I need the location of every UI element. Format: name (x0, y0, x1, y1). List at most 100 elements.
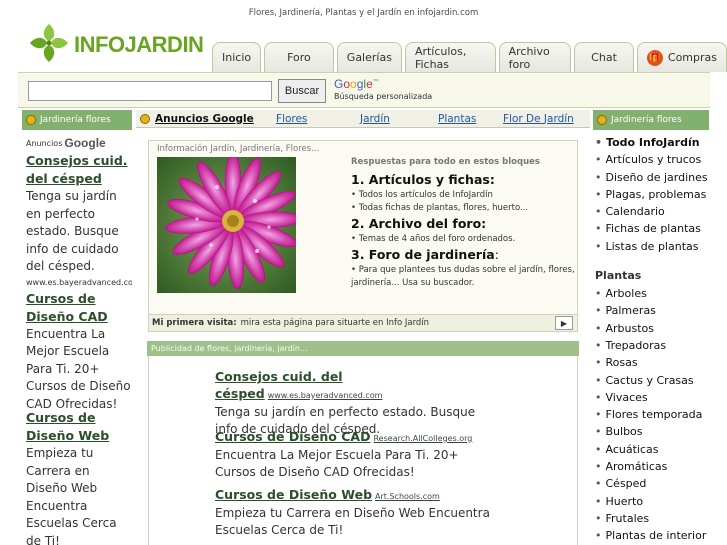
main-tabs: Inicio Foro Galerías Artículos, Fichas A… (212, 42, 727, 72)
left-ad-column: Anuncios Google Consejos cuid. del césped… (26, 134, 132, 545)
google-wordmark: Google (64, 136, 106, 150)
site-tagline: Flores, Jardinería, Plantas y el Jardín … (248, 8, 479, 18)
center-ad-item: Cursos de Diseño Web Art.Schools.com Empi… (215, 486, 495, 539)
search-button[interactable]: Buscar (278, 79, 326, 103)
plant-link-label: Arboles (605, 287, 647, 301)
bullet-icon: • (595, 442, 602, 456)
right-link[interactable]: • Calendario (595, 203, 710, 220)
bullet-icon: • (595, 187, 602, 201)
ads-by-google[interactable]: Anuncios Google (26, 134, 132, 152)
right-link-label: Diseño de jardines (605, 170, 708, 184)
bullet-icon: • (595, 373, 602, 387)
left-ad-url[interactable]: www.es.bayeradvanced.com (26, 276, 132, 290)
bullet-icon: • (595, 136, 603, 149)
plant-link-label: Vivaces (605, 390, 648, 404)
play-arrow-icon[interactable]: ▶ (555, 316, 573, 330)
left-ad-desc: Tenga su jardín en perfecto estado. Busq… (26, 189, 119, 273)
left-ad-title[interactable]: Consejos cuid. del césped (26, 152, 132, 188)
right-section-header: Jardinería flores (593, 110, 709, 130)
plant-link[interactable]: • Aromáticas (595, 458, 710, 475)
bullet-icon: • (595, 425, 602, 439)
site-logo[interactable]: INFOJARDIN (26, 20, 204, 66)
tab-articulos-fichas[interactable]: Artículos, Fichas (404, 42, 496, 72)
nav-link-flor-de-jardin[interactable]: Flor De Jardín (503, 113, 574, 125)
nav-link-plantas[interactable]: Plantas (438, 113, 476, 125)
section-archivo-item[interactable]: • Temas de 4 años del foro ordenados. (351, 233, 579, 246)
tab-chat[interactable]: Chat (574, 42, 634, 72)
plant-link[interactable]: • Acuáticas (595, 441, 710, 458)
section-foro-title[interactable]: 3. Foro de jardinería: (351, 246, 579, 264)
right-link[interactable]: • Listas de plantas (595, 238, 710, 255)
tab-galerias[interactable]: Galerías (336, 42, 402, 72)
first-visit-bar[interactable]: Mi primera visita: mira esta página para… (148, 314, 578, 332)
bullet-icon: • (595, 494, 602, 508)
pink-flower-image[interactable] (157, 157, 296, 293)
plant-link-label: Bulbos (605, 425, 643, 439)
bullet-icon: • (595, 170, 602, 184)
right-link[interactable]: • Diseño de jardines (595, 169, 710, 186)
tab-label: Archivo foro (508, 44, 550, 71)
plant-link[interactable]: • Bulbos (595, 423, 710, 440)
tab-archivo-foro[interactable]: Archivo foro (498, 42, 572, 72)
plant-link-label: Plantas de interior (605, 529, 707, 543)
right-link[interactable]: • Plagas, problemas (595, 186, 710, 203)
plant-link[interactable]: • Rosas (595, 354, 710, 371)
plant-link[interactable]: • Palmeras (595, 302, 710, 319)
right-section-title: Jardinería flores (611, 115, 682, 125)
right-link-label: Artículos y trucos (605, 153, 702, 167)
first-visit-text: mira esta página para situarte en Info J… (240, 318, 430, 328)
right-link[interactable]: • Fichas de plantas (595, 220, 710, 237)
left-ad-item: Cursos de Diseño CAD Encuentra La Mejor … (26, 290, 132, 414)
left-ad-title[interactable]: Cursos de Diseño CAD (26, 290, 132, 326)
nav-link-jardin[interactable]: Jardín (360, 113, 390, 125)
plant-link[interactable]: • Césped (595, 475, 710, 492)
plant-link[interactable]: • Arbustos (595, 320, 710, 337)
bullet-icon: • (595, 477, 602, 491)
plant-link[interactable]: • Plantas de interior (595, 527, 710, 544)
nav-link-flores[interactable]: Flores (276, 113, 307, 125)
center-ad-url: Research.AllColleges.org (373, 434, 473, 443)
plant-link-label: Flores temporada (605, 408, 703, 422)
plant-link[interactable]: • Huerto (595, 493, 710, 510)
section-articulos-title[interactable]: 1. Artículos y fichas: (351, 171, 579, 189)
center-ad-title-line[interactable]: Cursos de Diseño Web Art.Schools.com (215, 486, 495, 505)
plant-link-label: Rosas (605, 356, 638, 370)
section-foro-title-text: 3. Foro de jardinería (351, 247, 495, 262)
ads-google-link[interactable]: Anuncios Google (155, 113, 254, 125)
gift-icon: 🎁 (646, 49, 663, 66)
center-ad-desc: Encuentra La Mejor Escuela Para Ti. 20+ … (215, 448, 459, 479)
leaf-cross-logo-icon (30, 24, 68, 62)
bullet-icon: • (595, 304, 602, 318)
section-articulos-item[interactable]: • Todos los artículos de InfoJardín (351, 189, 579, 202)
left-ad-item: Consejos cuid. del césped Tenga su jardí… (26, 152, 132, 290)
plant-link[interactable]: • Frutales (595, 510, 710, 527)
section-articulos-item[interactable]: • Todas fichas de plantas, flores, huert… (351, 202, 579, 215)
center-ad-title-line[interactable]: Cursos de Diseño CAD Research.AllColleges… (215, 428, 495, 447)
plant-link[interactable]: • Cactus y Crasas (595, 372, 710, 389)
right-link[interactable]: • Artículos y trucos (595, 151, 710, 168)
section-foro-item[interactable]: • Para que plantees tus dudas sobre el j… (351, 264, 579, 290)
left-section-title: Jardinería flores (40, 115, 111, 125)
search-subtitle: Búsqueda personalizada (334, 92, 433, 101)
plant-link[interactable]: • Trepadoras (595, 337, 710, 354)
plant-link-label: Trepadoras (605, 338, 667, 352)
right-link-label: Calendario (605, 205, 665, 219)
google-logo: Google™ (334, 77, 379, 91)
section-archivo-title[interactable]: 2. Archivo del foro: (351, 215, 579, 233)
search-input[interactable] (28, 81, 272, 101)
left-ad-desc: Encuentra La Mejor Escuela Para Ti. 20+ … (26, 326, 131, 411)
left-ad-title[interactable]: Cursos de Diseño Web (26, 409, 132, 445)
tab-foro[interactable]: Foro (264, 42, 334, 72)
plant-link[interactable]: • Arboles (595, 285, 710, 302)
center-ad-url: Art.Schools.com (375, 492, 440, 501)
tab-label: Artículos, Fichas (414, 44, 467, 71)
left-ad-item: Cursos de Diseño Web Empieza tu Carrera … (26, 409, 132, 545)
center-ad-title-line[interactable]: Consejos cuid. del césped www.es.bayeradv… (215, 368, 495, 404)
right-link-todo[interactable]: • Todo InfoJardín (595, 134, 710, 151)
bullet-icon: • (595, 511, 602, 525)
plant-link[interactable]: • Vivaces (595, 389, 710, 406)
tab-compras[interactable]: 🎁 Compras (636, 42, 727, 72)
plants-heading: Plantas (595, 269, 642, 283)
plant-link[interactable]: • Flores temporada (595, 406, 710, 423)
tab-inicio[interactable]: Inicio (212, 42, 262, 72)
